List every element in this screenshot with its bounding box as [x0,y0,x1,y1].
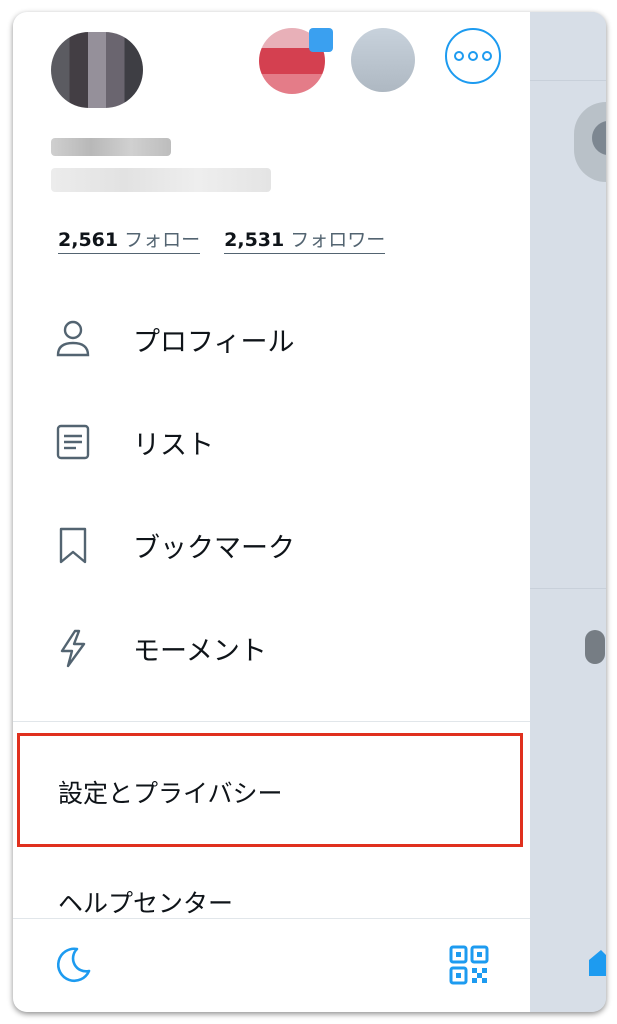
moon-icon[interactable] [53,944,93,984]
display-name-redacted [51,138,171,156]
side-drawer: 2,561 フォロー 2,531 フォロワー プロフィール リスト ブックマーク… [13,12,530,1012]
divider [530,588,606,589]
menu-item-bookmarks[interactable]: ブックマーク [51,515,295,575]
lightning-icon [51,626,95,670]
followers-label: フォロワー [290,229,386,251]
help-center-link[interactable]: ヘルプセンター [58,884,233,920]
divider [13,918,530,919]
followers-count: 2,531 [224,229,285,251]
followers-link[interactable]: 2,531 フォロワー [224,225,386,254]
profile-avatar[interactable] [51,32,143,108]
following-count: 2,561 [58,229,119,251]
menu-item-moments[interactable]: モーメント [51,618,267,678]
timeline-background [530,12,606,1012]
menu-item-profile[interactable]: プロフィール [51,309,294,369]
qr-code-icon[interactable] [449,945,489,985]
following-link[interactable]: 2,561 フォロー [58,225,201,254]
person-icon [51,317,95,361]
menu-item-label: モーメント [133,635,267,667]
bookmark-icon [51,523,95,567]
menu-item-label: リスト [133,429,214,461]
highlight-box [17,733,523,847]
list-icon [51,420,95,464]
home-icon[interactable] [585,942,606,982]
app-window: 2,561 フォロー 2,531 フォロワー プロフィール リスト ブックマーク… [13,12,606,1012]
more-accounts-button[interactable] [445,28,501,84]
follow-stats: 2,561 フォロー 2,531 フォロワー [58,225,386,254]
account-switch-avatar-2[interactable] [351,28,415,92]
menu-item-label: ブックマーク [133,532,295,564]
apple-icon [585,630,605,664]
divider [530,80,606,81]
dot-icon [468,51,478,61]
divider [13,721,530,722]
username-redacted [51,168,271,192]
dot-icon [482,51,492,61]
tweet-avatar[interactable] [574,102,606,182]
menu-item-lists[interactable]: リスト [51,412,214,472]
account-switch-avatar[interactable] [259,28,333,94]
menu-item-label: プロフィール [133,326,295,358]
following-label: フォロー [124,229,201,251]
dot-icon [454,51,464,61]
